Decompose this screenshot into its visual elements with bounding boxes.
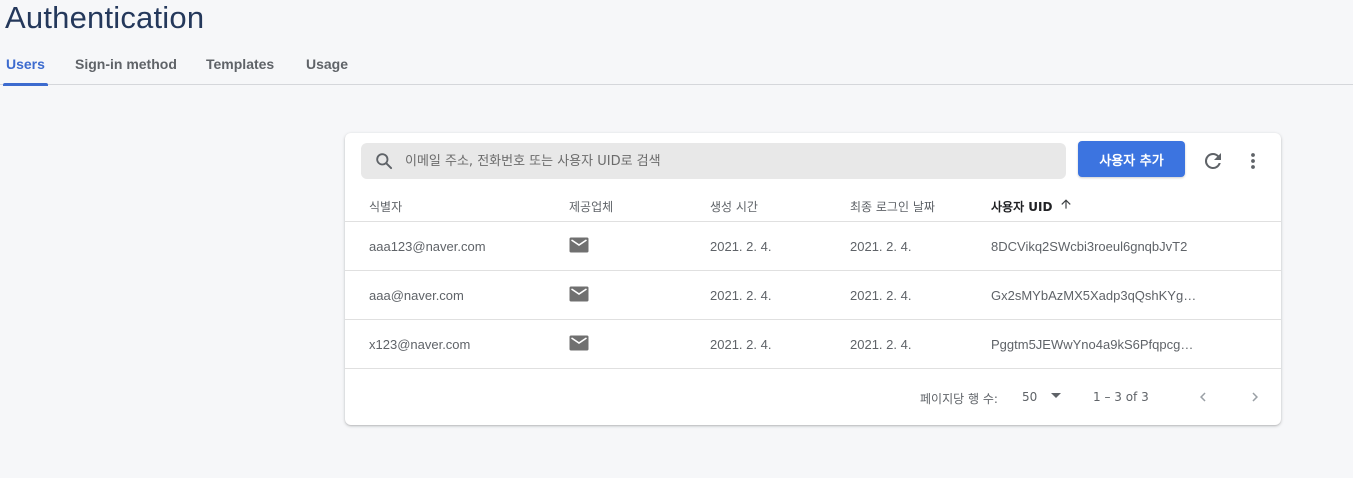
created-cell: 2021. 2. 4. xyxy=(710,337,772,352)
refresh-icon[interactable] xyxy=(1201,149,1225,173)
uid-cell: Gx2sMYbAzMX5Xadp3qQshKYg9… xyxy=(991,288,1201,303)
table-row[interactable]: x123@naver.com 2021. 2. 4. 2021. 2. 4. P… xyxy=(345,320,1281,369)
table-row[interactable]: aaa123@naver.com 2021. 2. 4. 2021. 2. 4.… xyxy=(345,222,1281,271)
table-header: 식별자 제공업체 생성 시간 최종 로그인 날짜 사용자 UID xyxy=(345,189,1281,222)
last-login-cell: 2021. 2. 4. xyxy=(850,337,912,352)
tab-usage[interactable]: Usage xyxy=(306,56,348,85)
chevron-right-icon[interactable] xyxy=(1246,388,1264,406)
identifier-cell: x123@naver.com xyxy=(369,337,471,352)
pagination-range: 1 – 3 of 3 xyxy=(1093,390,1149,404)
rows-per-page-value[interactable]: 50 xyxy=(1022,390,1037,404)
column-header-last-login[interactable]: 최종 로그인 날짜 xyxy=(850,198,935,215)
created-cell: 2021. 2. 4. xyxy=(710,288,772,303)
mail-icon xyxy=(569,237,589,253)
last-login-cell: 2021. 2. 4. xyxy=(850,288,912,303)
arrow-up-icon[interactable] xyxy=(1059,197,1073,211)
column-header-created[interactable]: 생성 시간 xyxy=(710,198,758,215)
mail-icon xyxy=(569,335,589,351)
tab-users[interactable]: Users xyxy=(3,56,48,86)
table-row[interactable]: aaa@naver.com 2021. 2. 4. 2021. 2. 4. Gx… xyxy=(345,271,1281,320)
uid-cell: 8DCVikq2SWcbi3roeul6gnqbJvT2 xyxy=(991,239,1188,254)
identifier-cell: aaa123@naver.com xyxy=(369,239,486,254)
column-header-identifier[interactable]: 식별자 xyxy=(369,198,402,215)
search-input[interactable] xyxy=(405,143,1055,179)
rows-per-page-label: 페이지당 행 수: xyxy=(920,392,998,406)
last-login-cell: 2021. 2. 4. xyxy=(850,239,912,254)
mail-icon xyxy=(569,286,589,302)
search-icon xyxy=(376,153,393,170)
tab-bar: Users Sign-in method Templates Usage xyxy=(0,50,1353,86)
users-table-card: 사용자 추가 식별자 제공업체 생성 시간 최종 로그인 날짜 사용자 UID … xyxy=(345,133,1281,425)
more-vert-icon[interactable] xyxy=(1241,149,1265,173)
chevron-left-icon[interactable] xyxy=(1194,388,1212,406)
column-header-provider[interactable]: 제공업체 xyxy=(569,198,613,215)
created-cell: 2021. 2. 4. xyxy=(710,239,772,254)
column-header-user-uid[interactable]: 사용자 UID xyxy=(991,198,1052,215)
identifier-cell: aaa@naver.com xyxy=(369,288,464,303)
uid-cell: Pggtm5JEWwYno4a9kS6PfqpcgZ… xyxy=(991,337,1201,352)
tab-sign-in-method[interactable]: Sign-in method xyxy=(75,56,177,85)
page-title: Authentication xyxy=(5,0,205,35)
dropdown-arrow-icon[interactable] xyxy=(1049,391,1063,401)
search-box xyxy=(361,143,1066,179)
tab-templates[interactable]: Templates xyxy=(206,56,274,85)
add-user-button[interactable]: 사용자 추가 xyxy=(1078,141,1185,177)
